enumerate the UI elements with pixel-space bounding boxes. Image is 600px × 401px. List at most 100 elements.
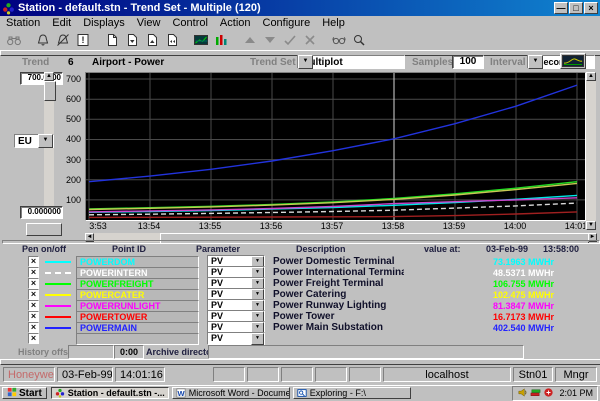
task-label: Station - default.stn -...: [68, 388, 165, 398]
alarm-ack-icon[interactable]: [53, 32, 73, 49]
y-axis-labels: 100200300400500600700: [58, 72, 83, 219]
tray-alarm-icon[interactable]: [543, 387, 556, 400]
system-tray: 2:01 PM: [512, 386, 598, 401]
pen-checkbox[interactable]: ×: [28, 267, 39, 278]
explorer-icon: [297, 388, 307, 398]
pen-checkbox[interactable]: ×: [28, 333, 39, 344]
chevron-down-icon[interactable]: ▼: [38, 134, 53, 148]
status-station: Stn01: [513, 367, 553, 382]
legend-row: ×POWERFREIGHTPV▼Power Freight Terminal10…: [0, 278, 600, 289]
history-offset-value[interactable]: 0:00: [114, 345, 144, 359]
pen-checkbox[interactable]: ×: [28, 278, 39, 289]
task-label: Exploring - F:\: [310, 388, 366, 398]
taskbar-clock[interactable]: 2:01 PM: [559, 388, 593, 398]
taskbar-task[interactable]: Station - default.stn -...: [51, 387, 169, 399]
scroll-up-icon[interactable]: ▲: [586, 72, 596, 81]
status-date: 03-Feb-99: [57, 367, 113, 382]
samples-label: Samples: [412, 57, 453, 68]
brand-label: Honeywell: [3, 367, 55, 382]
menu-control[interactable]: Control: [166, 17, 213, 29]
menu-configure[interactable]: Configure: [257, 17, 317, 29]
plot-right-scrollbar[interactable]: ▲ ▼: [586, 72, 596, 230]
start-button[interactable]: Start: [2, 387, 47, 399]
menu-action[interactable]: Action: [214, 17, 257, 29]
axis-config-button[interactable]: [26, 223, 62, 236]
trend-plot[interactable]: [85, 72, 586, 221]
zoom-icon[interactable]: [349, 32, 369, 49]
pen-checkbox[interactable]: ×: [28, 256, 39, 267]
scrollbar-thumb[interactable]: [44, 81, 56, 101]
taskbar-task[interactable]: Exploring - F:\: [293, 387, 411, 399]
pen-checkbox[interactable]: ×: [28, 322, 39, 333]
parameter-dropdown[interactable]: PV▼: [207, 332, 265, 345]
pen-color-swatch: [45, 316, 71, 318]
menu-edit[interactable]: Edit: [46, 17, 77, 29]
y-axis-min-input[interactable]: 0.000000: [20, 206, 63, 219]
status-role: Mngr: [555, 367, 597, 382]
minimize-button[interactable]: —: [554, 2, 568, 14]
legend-row: × PV▼: [0, 333, 600, 344]
status-bar: Honeywell 03-Feb-99 14:01:16 localhost S…: [0, 363, 600, 385]
point-description: Power Freight Terminal: [265, 278, 404, 289]
browse-icon[interactable]: [329, 32, 349, 49]
point-description: Power International Terminal: [265, 267, 404, 278]
x-tick-label: 13:58: [376, 221, 410, 231]
speaker-icon[interactable]: [517, 387, 530, 400]
x-tick-label: 13:57: [315, 221, 349, 231]
page-down-icon[interactable]: [122, 32, 142, 49]
restore-button[interactable]: □: [569, 2, 583, 14]
menu-displays[interactable]: Displays: [77, 17, 131, 29]
station-icon: [55, 388, 65, 398]
windows-logo-icon: [7, 387, 19, 400]
interval-label: Interval: [490, 57, 526, 68]
page-back-icon[interactable]: [162, 32, 182, 49]
alarm-message-icon[interactable]: !: [73, 32, 93, 49]
x-tick-label: 13:59: [437, 221, 471, 231]
point-value: 81.3847 MWHr: [404, 301, 600, 311]
pen-checkbox[interactable]: ×: [28, 311, 39, 322]
legend-row: ×POWERINTERNPV▼Power International Termi…: [0, 267, 600, 278]
point-description: Power Domestic Terminal: [265, 256, 404, 267]
accept-icon[interactable]: [280, 32, 300, 49]
trend-shortcut-button[interactable]: [560, 53, 586, 69]
cancel-icon[interactable]: [300, 32, 320, 49]
eu-dropdown[interactable]: EU ▼: [14, 134, 54, 148]
page-blank-icon[interactable]: [102, 32, 122, 49]
chevron-down-icon[interactable]: ▼: [528, 55, 543, 69]
x-tick-label: 13:56: [254, 221, 288, 231]
y-tick-label: 200: [66, 175, 81, 185]
station-icon: [2, 2, 15, 14]
point-id-field[interactable]: [76, 333, 199, 345]
trend-set-dropdown[interactable]: Multiplot ▼: [297, 55, 405, 69]
y-tick-label: 500: [66, 114, 81, 124]
pen-checkbox[interactable]: ×: [28, 300, 39, 311]
chevron-down-icon[interactable]: ▼: [251, 333, 264, 345]
menu-bar: StationEditDisplaysViewControlActionConf…: [0, 16, 600, 30]
menu-help[interactable]: Help: [316, 17, 351, 29]
history-offset-input[interactable]: [68, 345, 114, 359]
menu-station[interactable]: Station: [0, 17, 46, 29]
archive-directory-input[interactable]: [208, 345, 524, 359]
books-icon[interactable]: [530, 387, 543, 400]
y-axis-max-input[interactable]: 700.0000: [20, 72, 63, 85]
y-tick-label: 600: [66, 94, 81, 104]
chevron-down-icon[interactable]: ▼: [298, 55, 313, 69]
x-tick-label: 14:00: [498, 221, 532, 231]
scroll-down-icon[interactable]: ▼: [586, 221, 596, 230]
point-value: 73.1963 MWHr: [404, 257, 600, 267]
find-icon[interactable]: [4, 32, 24, 49]
raise-icon[interactable]: [240, 32, 260, 49]
scroll-up-icon[interactable]: ▲: [44, 72, 54, 81]
lower-icon[interactable]: [260, 32, 280, 49]
menu-view[interactable]: View: [131, 17, 167, 29]
trend-display-icon[interactable]: [191, 32, 211, 49]
alarm-bell-icon[interactable]: [33, 32, 53, 49]
pen-checkbox[interactable]: ×: [28, 289, 39, 300]
close-button[interactable]: ×: [584, 2, 598, 14]
samples-input[interactable]: 100: [452, 55, 484, 69]
bar-display-icon[interactable]: [211, 32, 231, 49]
legend-row: ×POWERTOWERPV▼Power Tower16.7173 MWHr: [0, 311, 600, 322]
status-empty-cell: [349, 367, 381, 382]
page-up-icon[interactable]: [142, 32, 162, 49]
taskbar-task[interactable]: WMicrosoft Word - Document1: [172, 387, 290, 399]
